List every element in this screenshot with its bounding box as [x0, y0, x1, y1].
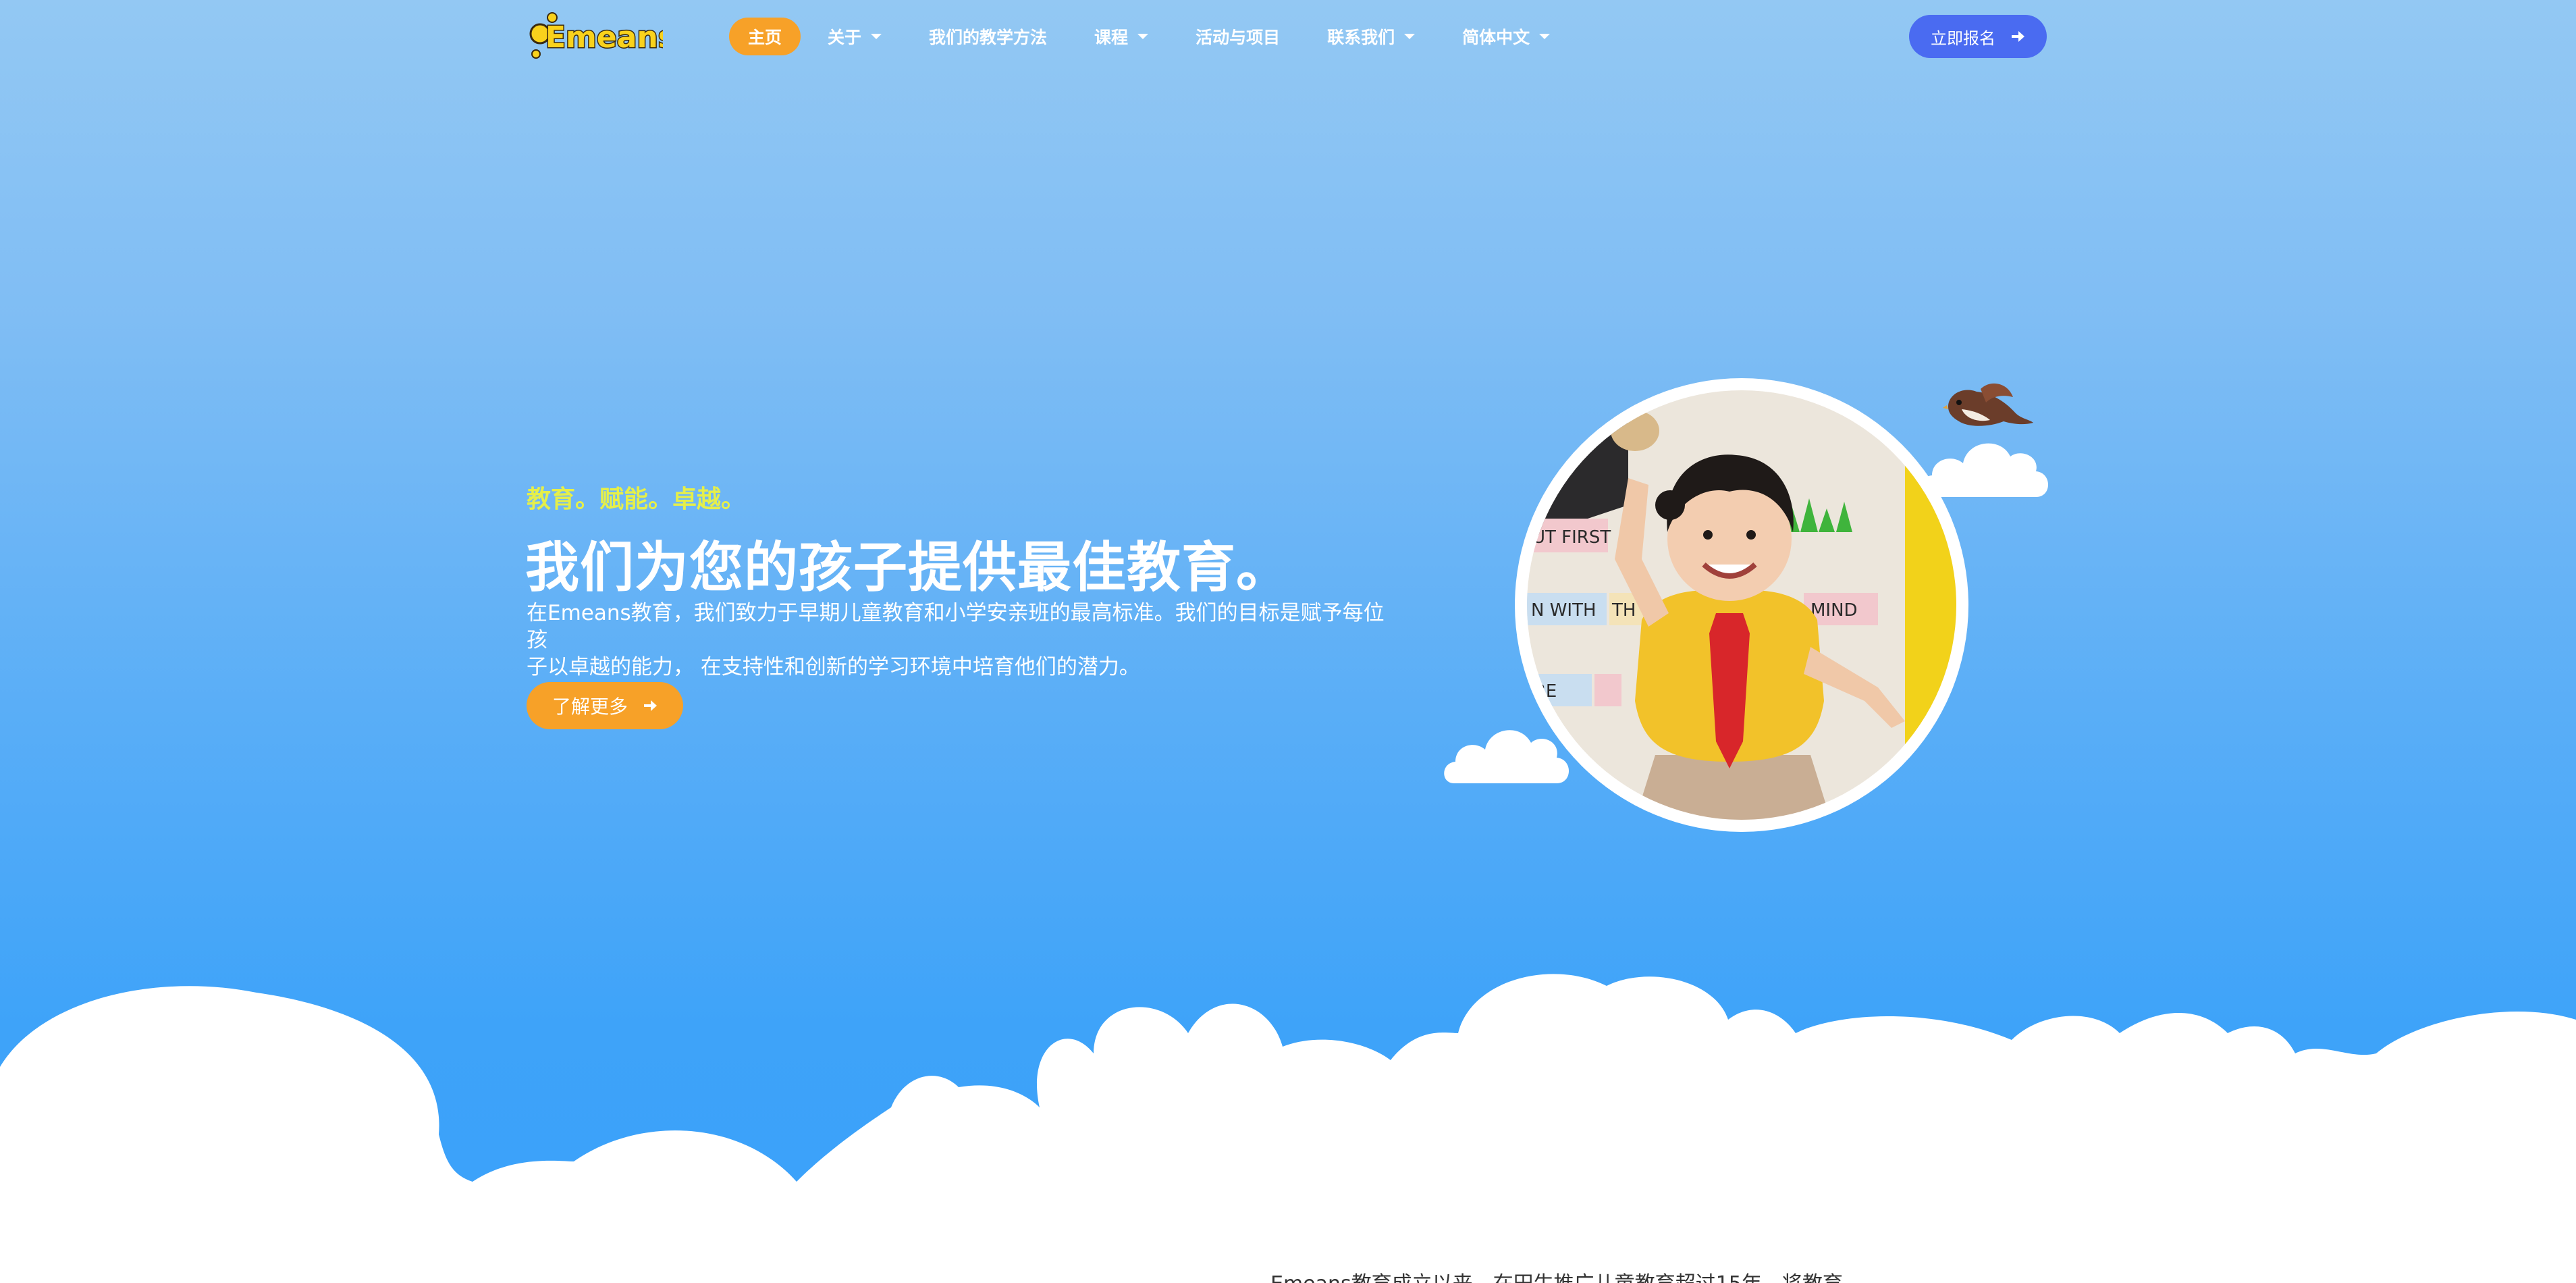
nav-item-label: 活动与项目: [1196, 28, 1281, 47]
learn-more-label: 了解更多: [552, 696, 628, 718]
enroll-now-label: 立即报名: [1931, 28, 1995, 48]
chevron-down-icon: [1404, 34, 1416, 39]
wall-text: TH: [1611, 600, 1636, 621]
wall-text: MIND: [1810, 600, 1858, 621]
chevron-down-icon: [1539, 34, 1551, 39]
intro-text: Emeans教育成立以来，在田生推广儿童教育超过15年，将教育: [1270, 1267, 1843, 1283]
learn-more-button[interactable]: 了解更多: [527, 682, 683, 729]
hero-title: 我们为您的孩子提供最佳教育。: [525, 536, 1291, 599]
wall-text: BE: [1534, 681, 1557, 702]
nav-item-label: 联系我们: [1327, 28, 1395, 47]
nav-item-label: 关于: [828, 28, 862, 47]
cloud-divider: [0, 974, 2576, 1283]
hero-photo: UT FIRST N WITH TH MIND BE: [1527, 390, 1956, 820]
emeans-logo[interactable]: Emeans: [525, 9, 663, 65]
nav-item-label: 简体中文: [1462, 28, 1530, 47]
hero-description-line: 在Emeans教育，我们致力于早期儿童教育和小学安亲班的最高标准。我们的目标是赋…: [527, 601, 1385, 652]
logo-text: Emeans: [545, 20, 663, 55]
chevron-down-icon: [1137, 34, 1149, 39]
nav-item-activities[interactable]: 活动与项目: [1196, 18, 1280, 55]
page: Emeans 主页 关于 我们的教学方法 课程 活动与项目 联系我们 简体中文 …: [0, 0, 2576, 1283]
nav-item-label: 我们的教学方法: [929, 28, 1048, 47]
nav-item-label: 课程: [1094, 28, 1129, 47]
chevron-down-icon: [871, 34, 882, 39]
nav-item-language[interactable]: 简体中文: [1462, 18, 1551, 55]
nav-item-courses[interactable]: 课程: [1094, 18, 1149, 55]
nav-item-teaching-method[interactable]: 我们的教学方法: [929, 18, 1047, 55]
top-navigation: Emeans 主页 关于 我们的教学方法 课程 活动与项目 联系我们 简体中文 …: [0, 0, 2576, 74]
main-menu: 主页 关于 我们的教学方法 课程 活动与项目 联系我们 简体中文: [729, 18, 1597, 55]
nav-item-about[interactable]: 关于: [828, 18, 882, 55]
hero-photo-frame: UT FIRST N WITH TH MIND BE: [1515, 378, 1968, 832]
enroll-now-button[interactable]: 立即报名: [1909, 15, 2047, 58]
hero-description-line: 子以卓越的能力， 在支持性和创新的学习环境中培育他们的潜力。: [527, 655, 1140, 679]
wall-text: UT FIRST: [1532, 527, 1611, 548]
arrow-right-icon: [2012, 31, 2024, 42]
hero-tagline: 教育。赋能。卓越。: [527, 486, 746, 513]
cloud-decoration: [1921, 443, 2048, 497]
bird-icon: [1943, 383, 2033, 426]
arrow-right-icon: [644, 700, 657, 711]
hero-description: 在Emeans教育，我们致力于早期儿童教育和小学安亲班的最高标准。我们的目标是赋…: [527, 600, 1391, 681]
nav-item-home[interactable]: 主页: [729, 18, 801, 55]
nav-item-label: 主页: [748, 28, 782, 47]
wall-text: N WITH: [1531, 600, 1596, 621]
nav-item-contact[interactable]: 联系我们: [1327, 18, 1416, 55]
